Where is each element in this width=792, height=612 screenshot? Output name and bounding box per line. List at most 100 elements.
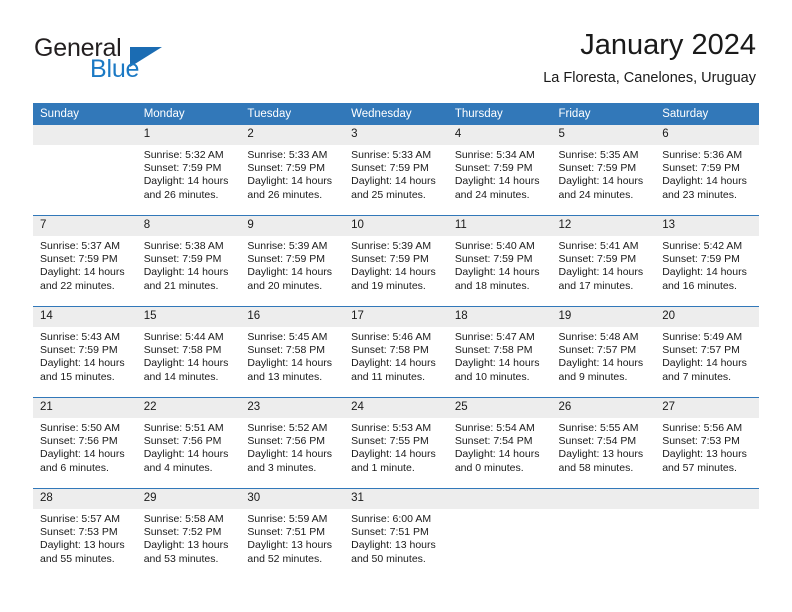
sunset-text: Sunset: 7:59 PM xyxy=(351,162,429,175)
day-number: 11 xyxy=(447,216,552,236)
day-details: Sunrise: 5:40 AM Sunset: 7:59 PM Daylight:… xyxy=(448,236,552,293)
sunset-text: Sunset: 7:58 PM xyxy=(247,344,326,357)
sunset-text: Sunset: 7:59 PM xyxy=(662,253,740,266)
calendar-day-cell[interactable]: 15 Sunrise: 5:44 AM Sunset: 7:58 PM Dayligh… xyxy=(136,306,241,398)
calendar-day-cell[interactable]: 14 Sunrise: 5:43 AM Sunset: 7:59 PM Dayligh… xyxy=(33,306,137,398)
day-number: 4 xyxy=(447,125,552,145)
daylight-text-line2: and 16 minutes. xyxy=(662,279,737,292)
sunset-text: Sunset: 7:59 PM xyxy=(143,162,222,175)
calendar-day-cell[interactable]: 6 Sunrise: 5:36 AM Sunset: 7:59 PM Daylight… xyxy=(655,125,759,216)
brand-logo[interactable]: General Blue xyxy=(34,34,254,90)
calendar-day-cell[interactable]: 7 Sunrise: 5:37 AM Sunset: 7:59 PM Daylight… xyxy=(33,215,137,307)
calendar-day-cell[interactable]: 2 Sunrise: 5:33 AM Sunset: 7:59 PM Daylight… xyxy=(240,125,345,216)
day-number xyxy=(33,125,137,145)
day-number: 9 xyxy=(240,216,345,236)
page-title: January 2024 xyxy=(580,29,756,61)
day-number: 17 xyxy=(344,307,448,327)
sunset-text: Sunset: 7:53 PM xyxy=(40,526,118,539)
day-number: 15 xyxy=(136,307,241,327)
sunrise-text: Sunrise: 5:36 AM xyxy=(662,149,743,161)
day-details: Sunrise: 5:42 AM Sunset: 7:59 PM Daylight:… xyxy=(655,236,759,293)
daylight-text-line1: Daylight: 14 hours xyxy=(247,266,333,279)
sunrise-text: Sunrise: 5:46 AM xyxy=(351,331,432,343)
daylight-text-line1: Daylight: 13 hours xyxy=(662,448,747,461)
calendar-day-cell[interactable]: 28 Sunrise: 5:57 AM Sunset: 7:53 PM Dayligh… xyxy=(33,488,137,579)
daylight-text-line1: Daylight: 14 hours xyxy=(247,448,333,461)
daylight-text-line1: Daylight: 14 hours xyxy=(454,266,540,279)
calendar-day-cell[interactable]: 13 Sunrise: 5:42 AM Sunset: 7:59 PM Dayligh… xyxy=(655,215,759,307)
day-details: Sunrise: 5:57 AM Sunset: 7:53 PM Daylight:… xyxy=(33,509,137,566)
calendar-week-row: 21 Sunrise: 5:50 AM Sunset: 7:56 PM Dayligh… xyxy=(33,397,759,489)
calendar-day-cell[interactable]: 10 Sunrise: 5:39 AM Sunset: 7:59 PM Dayligh… xyxy=(344,215,448,307)
calendar-day-cell[interactable]: 22 Sunrise: 5:51 AM Sunset: 7:56 PM Dayligh… xyxy=(136,397,241,489)
calendar-day-cell[interactable]: 5 Sunrise: 5:35 AM Sunset: 7:59 PM Daylight… xyxy=(551,125,656,216)
calendar-day-cell[interactable]: 17 Sunrise: 5:46 AM Sunset: 7:58 PM Dayligh… xyxy=(344,306,448,398)
daylight-text-line1: Daylight: 14 hours xyxy=(351,448,436,461)
day-details: Sunrise: 5:33 AM Sunset: 7:59 PM Daylight:… xyxy=(344,145,448,202)
daylight-text-line2: and 23 minutes. xyxy=(662,188,737,201)
sunrise-text: Sunrise: 5:33 AM xyxy=(247,149,328,161)
day-number: 21 xyxy=(33,398,137,418)
day-number: 25 xyxy=(447,398,552,418)
calendar-day-cell[interactable]: 21 Sunrise: 5:50 AM Sunset: 7:56 PM Dayligh… xyxy=(33,397,137,489)
calendar-day-cell[interactable]: 11 Sunrise: 5:40 AM Sunset: 7:59 PM Dayligh… xyxy=(447,215,552,307)
calendar-day-cell[interactable]: 24 Sunrise: 5:53 AM Sunset: 7:55 PM Dayligh… xyxy=(344,397,448,489)
day-number: 16 xyxy=(240,307,345,327)
daylight-text-line2: and 26 minutes. xyxy=(247,188,323,201)
day-details: Sunrise: 5:33 AM Sunset: 7:59 PM Daylight:… xyxy=(240,145,344,202)
calendar-day-cell[interactable]: 3 Sunrise: 5:33 AM Sunset: 7:59 PM Daylight… xyxy=(344,125,448,216)
daylight-text-line2: and 10 minutes. xyxy=(454,370,530,383)
calendar-day-cell[interactable]: 31 Sunrise: 6:00 AM Sunset: 7:51 PM Dayligh… xyxy=(344,488,448,579)
calendar-day-cell[interactable]: 30 Sunrise: 5:59 AM Sunset: 7:51 PM Dayligh… xyxy=(240,488,345,579)
calendar-day-cell[interactable]: 16 Sunrise: 5:45 AM Sunset: 7:58 PM Dayligh… xyxy=(240,306,345,398)
sunrise-text: Sunrise: 5:47 AM xyxy=(454,331,535,343)
sunset-text: Sunset: 7:59 PM xyxy=(351,253,429,266)
day-details: Sunrise: 5:43 AM Sunset: 7:59 PM Daylight:… xyxy=(33,327,137,384)
day-details: Sunrise: 5:54 AM Sunset: 7:54 PM Daylight:… xyxy=(448,418,552,475)
daylight-text-line2: and 9 minutes. xyxy=(558,370,628,383)
sunset-text: Sunset: 7:59 PM xyxy=(143,253,222,266)
calendar-day-cell[interactable]: 19 Sunrise: 5:48 AM Sunset: 7:57 PM Dayligh… xyxy=(551,306,656,398)
day-details: Sunrise: 5:47 AM Sunset: 7:58 PM Daylight:… xyxy=(448,327,552,384)
calendar-day-cell[interactable]: 1 Sunrise: 5:32 AM Sunset: 7:59 PM Daylight… xyxy=(136,125,241,216)
calendar-day-cell[interactable]: 8 Sunrise: 5:38 AM Sunset: 7:59 PM Daylight… xyxy=(136,215,241,307)
sunrise-text: Sunrise: 5:48 AM xyxy=(558,331,639,343)
sunset-text: Sunset: 7:57 PM xyxy=(662,344,740,357)
calendar-day-cell[interactable]: 26 Sunrise: 5:55 AM Sunset: 7:54 PM Dayligh… xyxy=(551,397,656,489)
calendar-day-cell[interactable]: 29 Sunrise: 5:58 AM Sunset: 7:52 PM Dayligh… xyxy=(136,488,241,579)
sunrise-text: Sunrise: 5:41 AM xyxy=(558,240,639,252)
sunset-text: Sunset: 7:58 PM xyxy=(143,344,222,357)
day-number xyxy=(655,489,759,509)
title-block: January 2024 La Floresta, Canelones, Uru… xyxy=(543,28,756,87)
day-number: 27 xyxy=(655,398,759,418)
calendar-day-cell[interactable]: 23 Sunrise: 5:52 AM Sunset: 7:56 PM Dayligh… xyxy=(240,397,345,489)
sunset-text: Sunset: 7:51 PM xyxy=(247,526,326,539)
day-number: 13 xyxy=(655,216,759,236)
day-number: 3 xyxy=(344,125,448,145)
calendar-day-cell[interactable]: 9 Sunrise: 5:39 AM Sunset: 7:59 PM Daylight… xyxy=(240,215,345,307)
sunset-text: Sunset: 7:54 PM xyxy=(454,435,533,448)
daylight-text-line2: and 14 minutes. xyxy=(143,370,219,383)
calendar-day-cell[interactable]: 18 Sunrise: 5:47 AM Sunset: 7:58 PM Dayligh… xyxy=(447,306,552,398)
calendar-empty-cell xyxy=(551,488,656,579)
daylight-text-line2: and 20 minutes. xyxy=(247,279,323,292)
calendar-day-cell[interactable]: 20 Sunrise: 5:49 AM Sunset: 7:57 PM Dayligh… xyxy=(655,306,759,398)
day-details: Sunrise: 5:55 AM Sunset: 7:54 PM Daylight:… xyxy=(552,418,656,475)
calendar-day-cell[interactable]: 4 Sunrise: 5:34 AM Sunset: 7:59 PM Daylight… xyxy=(447,125,552,216)
calendar-day-cell[interactable]: 12 Sunrise: 5:41 AM Sunset: 7:59 PM Dayligh… xyxy=(551,215,656,307)
daylight-text-line2: and 52 minutes. xyxy=(247,552,323,565)
daylight-text-line2: and 50 minutes. xyxy=(351,552,426,565)
calendar-week-row: 14 Sunrise: 5:43 AM Sunset: 7:59 PM Dayligh… xyxy=(33,306,759,398)
daylight-text-line1: Daylight: 14 hours xyxy=(247,175,333,188)
day-number: 5 xyxy=(551,125,656,145)
sunset-text: Sunset: 7:59 PM xyxy=(247,253,326,266)
calendar-day-cell[interactable]: 25 Sunrise: 5:54 AM Sunset: 7:54 PM Dayligh… xyxy=(447,397,552,489)
daylight-text-line1: Daylight: 14 hours xyxy=(143,175,229,188)
sunrise-text: Sunrise: 5:49 AM xyxy=(662,331,743,343)
day-details: Sunrise: 5:32 AM Sunset: 7:59 PM Daylight:… xyxy=(137,145,241,202)
daylight-text-line1: Daylight: 14 hours xyxy=(143,448,229,461)
calendar-day-cell[interactable]: 27 Sunrise: 5:56 AM Sunset: 7:53 PM Dayligh… xyxy=(655,397,759,489)
sunrise-text: Sunrise: 5:45 AM xyxy=(247,331,328,343)
day-number: 10 xyxy=(344,216,448,236)
daylight-text-line2: and 19 minutes. xyxy=(351,279,426,292)
